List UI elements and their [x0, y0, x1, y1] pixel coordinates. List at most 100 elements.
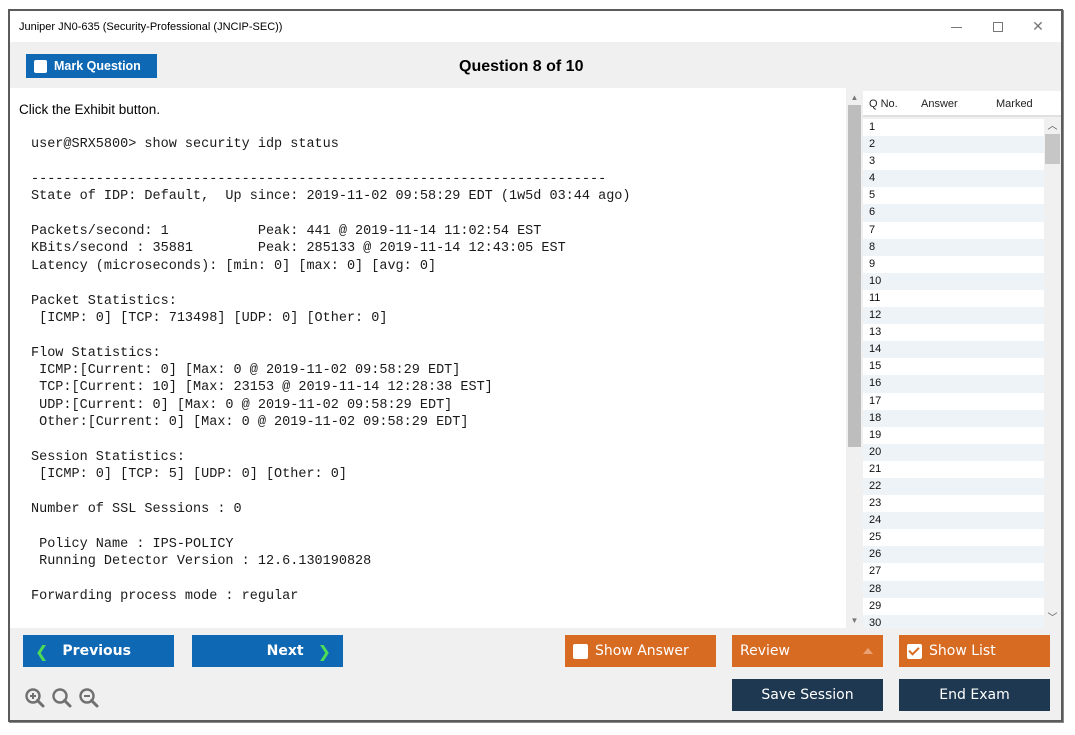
- exhibit-line: Flow Statistics:: [31, 345, 161, 361]
- zoom-reset-icon[interactable]: [51, 687, 73, 709]
- window-title: Juniper JN0-635 (Security-Professional (…: [19, 21, 283, 33]
- minimize-icon: [950, 26, 962, 28]
- question-list-row[interactable]: 17: [863, 393, 1044, 410]
- question-list-panel: Q No. Answer Marked 1 2 3 4 5 6 7 8 9 10 11 12 13 14 1…: [863, 88, 1061, 628]
- exhibit-line: Session Statistics:: [31, 450, 185, 466]
- question-list-row[interactable]: 25: [863, 529, 1044, 546]
- exhibit-line: [ICMP: 0] [TCP: 713498] [UDP: 0] [Other:…: [31, 310, 388, 326]
- show-list-toggle[interactable]: Show List: [899, 635, 1050, 667]
- review-dropdown[interactable]: Review: [732, 635, 883, 667]
- save-session-button[interactable]: Save Session: [732, 679, 883, 711]
- exhibit-line: [31, 432, 631, 449]
- question-list-row[interactable]: 18: [863, 409, 1044, 427]
- exhibit-line: user@SRX5800> show security idp status: [31, 137, 339, 152]
- question-list-row[interactable]: 8: [863, 238, 1044, 256]
- question-list-row[interactable]: 11: [863, 290, 1044, 307]
- marked-column-header[interactable]: Marked: [996, 98, 1033, 110]
- question-list-row[interactable]: 3: [863, 153, 1044, 170]
- qno-column-header[interactable]: Q No.: [869, 98, 898, 110]
- question-list-row[interactable]: 28: [863, 580, 1044, 598]
- exhibit-line: [ICMP: 0] [TCP: 5] [UDP: 0] [Other: 0]: [31, 467, 347, 483]
- zoom-out-icon[interactable]: [78, 687, 100, 709]
- exhibit-line: Running Detector Version : 12.6.13019082…: [31, 554, 372, 570]
- question-counter: Question 8 of 10: [459, 58, 584, 75]
- question-list-row[interactable]: 1: [863, 119, 1044, 136]
- mark-question-checkbox[interactable]: [34, 59, 47, 73]
- zoom-in-icon[interactable]: [24, 687, 46, 709]
- mark-question-label: Mark Question: [54, 59, 141, 73]
- previous-button[interactable]: ❮ Previous: [23, 635, 174, 667]
- chevron-right-icon: ❯: [317, 641, 331, 661]
- maximize-icon: [993, 22, 1003, 33]
- exhibit-line: [31, 327, 631, 344]
- end-exam-button[interactable]: End Exam: [899, 679, 1050, 711]
- question-list-row[interactable]: 15: [863, 358, 1044, 375]
- question-list-row[interactable]: 14: [863, 341, 1044, 359]
- exhibit-line: [31, 571, 631, 588]
- show-list-checkbox[interactable]: [907, 643, 922, 659]
- exhibit-line: Number of SSL Sessions : 0: [31, 502, 242, 518]
- exhibit-line: ICMP:[Current: 0] [Max: 0 @ 2019-11-02 0…: [31, 363, 461, 379]
- question-list: 1 2 3 4 5 6 7 8 9 10 11 12 13 14 15 16 17 18 19 20 21 22 23 24 2…: [863, 119, 1044, 628]
- question-list-scrollbar-thumb[interactable]: [1045, 134, 1060, 164]
- question-instruction: Click the Exhibit button.: [19, 102, 161, 117]
- question-list-row[interactable]: 29: [863, 598, 1044, 615]
- mark-question-button[interactable]: Mark Question: [26, 54, 157, 78]
- question-pane: Click the Exhibit button. user@SRX5800> …: [10, 88, 846, 628]
- zoom-toolbar: [24, 687, 100, 709]
- chevron-up-icon[interactable]: ︿: [1044, 120, 1061, 134]
- question-list-header: Q No. Answer Marked: [863, 91, 1061, 117]
- chevron-left-icon: ❮: [35, 641, 49, 661]
- exhibit-line: Policy Name : IPS-POLICY: [31, 536, 234, 552]
- maximize-button[interactable]: [981, 15, 1015, 39]
- question-list-row[interactable]: 19: [863, 427, 1044, 444]
- question-list-row[interactable]: 10: [863, 272, 1044, 290]
- question-list-row[interactable]: 30: [863, 614, 1044, 628]
- scroll-down-icon[interactable]: ▼: [846, 614, 863, 628]
- question-list-row[interactable]: 6: [863, 204, 1044, 222]
- show-answer-toggle[interactable]: Show Answer: [565, 635, 716, 667]
- chevron-down-icon[interactable]: ﹀: [1044, 612, 1061, 626]
- exam-window: Juniper JN0-635 (Security-Professional (…: [8, 9, 1063, 722]
- exhibit-line: State of IDP: Default, Up since: 2019-11…: [31, 189, 631, 205]
- answer-column-header[interactable]: Answer: [921, 98, 958, 110]
- title-bar: Juniper JN0-635 (Security-Professional (…: [10, 11, 1061, 42]
- question-list-row[interactable]: 23: [863, 495, 1044, 512]
- question-list-row[interactable]: 27: [863, 563, 1044, 580]
- close-icon: ✕: [1032, 18, 1044, 34]
- question-list-scrollbar[interactable]: ︿ ﹀: [1044, 119, 1061, 628]
- question-list-row[interactable]: 5: [863, 187, 1044, 204]
- next-button[interactable]: Next ❯: [192, 635, 343, 667]
- exhibit-line: [31, 484, 631, 501]
- next-label: Next: [266, 643, 304, 659]
- exhibit-line: TCP:[Current: 10] [Max: 23153 @ 2019-11-…: [31, 380, 493, 396]
- exhibit-line: KBits/second : 35881 Peak: 285133 @ 2019…: [31, 241, 566, 257]
- question-list-row[interactable]: 7: [863, 222, 1044, 239]
- question-list-row[interactable]: 20: [863, 443, 1044, 461]
- exhibit-line: Latency (microseconds): [min: 0] [max: 0…: [31, 258, 437, 274]
- question-list-row[interactable]: 13: [863, 324, 1044, 341]
- exhibit-output: user@SRX5800> show security idp status --…: [31, 136, 631, 606]
- question-list-row[interactable]: 21: [863, 461, 1044, 478]
- exhibit-line: Forwarding process mode : regular: [31, 589, 299, 605]
- show-answer-checkbox[interactable]: [573, 643, 588, 659]
- previous-label: Previous: [62, 643, 131, 659]
- exhibit-line: UDP:[Current: 0] [Max: 0 @ 2019-11-02 09…: [31, 397, 453, 413]
- question-list-row[interactable]: 22: [863, 477, 1044, 496]
- exhibit-line: [31, 519, 631, 536]
- question-list-row[interactable]: 24: [863, 512, 1044, 530]
- question-list-row[interactable]: 12: [863, 307, 1044, 325]
- question-list-row[interactable]: 4: [863, 170, 1044, 188]
- question-list-row[interactable]: 16: [863, 375, 1044, 393]
- question-list-row[interactable]: 26: [863, 546, 1044, 564]
- minimize-button[interactable]: [939, 15, 973, 39]
- question-list-row[interactable]: 2: [863, 136, 1044, 154]
- close-button[interactable]: ✕: [1021, 15, 1055, 39]
- scroll-up-icon[interactable]: ▲: [846, 91, 863, 105]
- question-scrollbar[interactable]: ▲ ▼: [846, 88, 863, 628]
- exhibit-line: Other:[Current: 0] [Max: 0 @ 2019-11-02 …: [31, 415, 469, 431]
- exhibit-line: ----------------------------------------…: [31, 171, 607, 187]
- question-list-row[interactable]: 9: [863, 256, 1044, 273]
- scrollbar-thumb[interactable]: [848, 105, 861, 447]
- exhibit-line: [31, 206, 631, 223]
